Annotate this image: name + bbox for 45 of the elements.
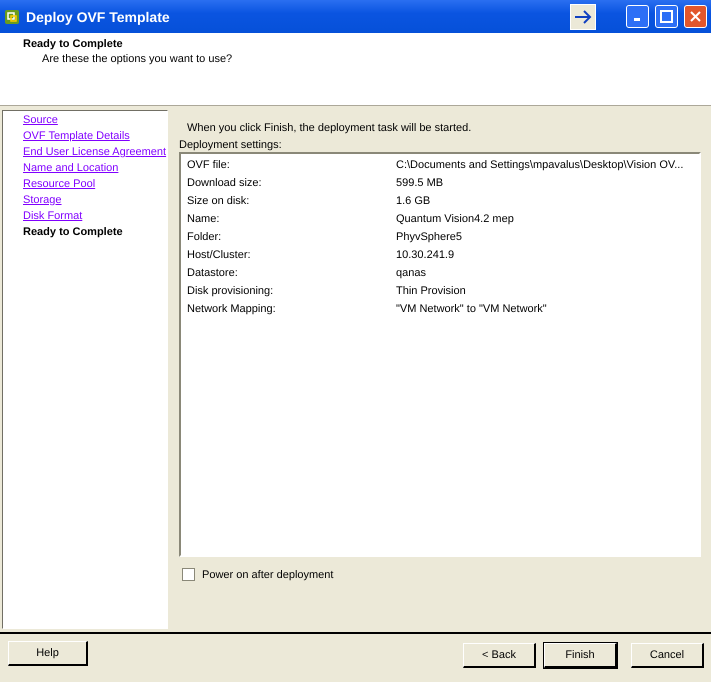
arrow-button[interactable] xyxy=(570,4,596,30)
close-button[interactable] xyxy=(684,5,707,28)
setting-name: OVF file: xyxy=(187,158,231,172)
setting-name: Network Mapping: xyxy=(187,302,277,316)
arrow-icon xyxy=(574,10,592,24)
step-link[interactable]: Resource Pool xyxy=(23,177,96,191)
step-link[interactable]: Name and Location xyxy=(23,161,118,175)
setting-name: Host/Cluster: xyxy=(187,248,252,262)
step-link[interactable]: Disk Format xyxy=(23,209,82,223)
page-title: Ready to Complete xyxy=(23,38,124,50)
setting-value: C:\Documents and Settings\mpavalus\Desktop\Vision OV... xyxy=(396,158,684,172)
page-subtitle: Are these the options you want to use? xyxy=(41,53,234,65)
setting-value: "VM Network" to "VM Network" xyxy=(396,302,547,316)
back-button[interactable]: < Back xyxy=(463,643,536,668)
step-link[interactable]: Ready to Complete xyxy=(23,225,123,239)
setting-name: Datastore: xyxy=(187,266,239,280)
step-link[interactable]: Source xyxy=(23,113,58,127)
window-title: Deploy OVF Template xyxy=(26,8,171,24)
setting-value: qanas xyxy=(396,266,426,280)
app-icon xyxy=(4,8,20,24)
step-link[interactable]: OVF Template Details xyxy=(23,129,130,143)
setting-name: Folder: xyxy=(187,230,222,244)
setting-value: Quantum Vision4.2 mep xyxy=(396,212,514,226)
cancel-button[interactable]: Cancel xyxy=(631,643,704,668)
setting-value: 599.5 MB xyxy=(396,176,444,190)
setting-value: 1.6 GB xyxy=(396,194,430,208)
power-on-checkbox[interactable] xyxy=(182,568,195,581)
setting-name: Size on disk: xyxy=(187,194,250,208)
maximize-icon xyxy=(660,10,673,23)
setting-value: 10.30.241.9 xyxy=(396,248,454,262)
step-link[interactable]: End User License Agreement xyxy=(23,145,166,159)
step-link[interactable]: Storage xyxy=(23,193,62,207)
help-button[interactable]: Help xyxy=(8,641,88,666)
setting-value: PhyvSphere5 xyxy=(396,230,462,244)
setting-name: Disk provisioning: xyxy=(187,284,274,298)
minimize-button[interactable] xyxy=(626,5,649,28)
checkbox-label: Power on after deployment xyxy=(202,568,334,580)
settings-label: Deployment settings: xyxy=(179,139,283,151)
setting-name: Name: xyxy=(187,212,220,226)
intro-text: When you click Finish, the deployment task will be started. xyxy=(186,122,472,134)
setting-name: Download size: xyxy=(187,176,263,190)
close-icon xyxy=(689,10,702,23)
finish-button[interactable]: Finish xyxy=(544,643,617,668)
setting-value: Thin Provision xyxy=(396,284,466,298)
maximize-button[interactable] xyxy=(655,5,678,28)
